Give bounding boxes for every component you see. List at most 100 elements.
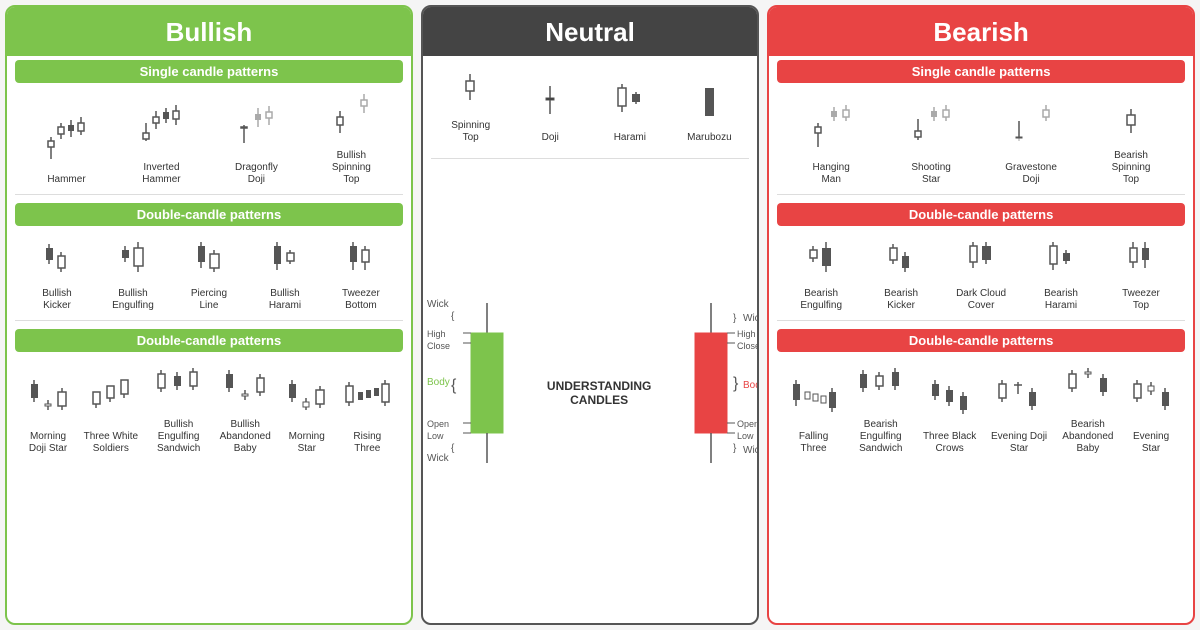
bullish-double-section: Double-candle patterns BullishKicker [7, 199, 411, 316]
svg-text:{: { [451, 377, 457, 394]
candle-harami-neutral: Harami [602, 78, 657, 144]
harami-neutral-label: Harami [614, 132, 646, 144]
bearish-harami-label: BearishHarami [1044, 288, 1078, 312]
neutral-single-section: SpinningTop Doji [423, 56, 757, 154]
candle-bearish-harami: BearishHarami [1034, 234, 1089, 312]
morning-doji-label: MorningDoji Star [29, 431, 67, 455]
bullish-double-header: Double-candle patterns [15, 203, 403, 226]
candle-hanging-man: HangingMan [804, 103, 859, 186]
candle-gravestone-doji: GravestoneDoji [1004, 103, 1059, 186]
svg-text:High: High [427, 329, 446, 339]
svg-text:}: } [733, 313, 737, 324]
candle-rising-three: RisingThree [342, 372, 392, 455]
dragonfly-doji-label: DragonflyDoji [235, 162, 278, 186]
bearish-kicker-label: BearishKicker [884, 288, 918, 312]
gravestone-doji-label: GravestoneDoji [1005, 162, 1057, 186]
understanding-candles-box: Wick { High Close Body { Open Low [423, 163, 757, 623]
svg-text:Close: Close [737, 341, 759, 351]
svg-text:Open: Open [427, 419, 449, 429]
three-black-crows-label: Three BlackCrows [923, 431, 976, 455]
candle-bearish-kicker: BearishKicker [874, 234, 929, 312]
neutral-header: Neutral [423, 7, 757, 56]
candle-falling-three: FallingThree [789, 372, 839, 455]
candle-marubozu: Marubozu [682, 78, 737, 144]
svg-text:Low: Low [427, 431, 444, 441]
candle-bullish-engulfing: BullishEngulfing [105, 234, 160, 312]
candle-morning-doji-star: MorningDoji Star [26, 372, 71, 455]
candle-piercing-line: PiercingLine [181, 234, 236, 312]
candle-bearish-abandoned-baby: BearishAbandonedBaby [1062, 360, 1114, 455]
candle-bullish-engulfing-sandwich: BullishEngulfingSandwich [151, 360, 206, 455]
bearish-double-section: Double-candle patterns BearishEngulfing [769, 199, 1193, 316]
bullish-triple-section: Double-candle patterns Mor [7, 325, 411, 459]
dark-cloud-cover-label: Dark CloudCover [956, 288, 1006, 312]
bullish-abandoned-baby-label: BullishAbandonedBaby [220, 419, 271, 455]
bullish-single-candles: Hammer [15, 87, 403, 186]
hanging-man-label: HangingMan [813, 162, 850, 186]
svg-text:{: { [451, 443, 455, 454]
evening-star-label: EveningStar [1133, 431, 1169, 455]
bearish-engulfing-label: BearishEngulfing [800, 288, 842, 312]
bearish-header: Bearish [769, 7, 1193, 56]
doji-label: Doji [542, 132, 559, 144]
bearish-engulfing-sandwich-label: BearishEngulfingSandwich [859, 419, 902, 455]
bearish-single-candles: HangingMan [777, 87, 1185, 186]
marubozu-label: Marubozu [687, 132, 731, 144]
bearish-spinning-top-label: BearishSpinningTop [1112, 150, 1151, 186]
bearish-panel: Bearish Single candle patterns [767, 5, 1195, 625]
candle-hammer: Hammer [39, 115, 94, 186]
rising-three-label: RisingThree [353, 431, 381, 455]
svg-text:Wick: Wick [427, 453, 450, 464]
bullish-triple-header: Double-candle patterns [15, 329, 403, 352]
evening-doji-star-label: Evening DojiStar [991, 431, 1047, 455]
piercing-line-label: PiercingLine [191, 288, 227, 312]
neutral-candle-row: SpinningTop Doji [431, 62, 749, 148]
svg-text:Wick: Wick [743, 445, 759, 456]
svg-text:}: } [733, 375, 739, 392]
candle-three-white-soldiers: Three WhiteSoldiers [84, 372, 138, 455]
bullish-engulfing-sandwich-label: BullishEngulfingSandwich [157, 419, 200, 455]
three-white-soldiers-label: Three WhiteSoldiers [84, 431, 138, 455]
svg-text:}: } [733, 443, 737, 454]
bullish-engulfing-label: BullishEngulfing [112, 288, 154, 312]
understanding-title: UNDERSTANDINGCANDLES [547, 379, 651, 407]
svg-text:High: High [737, 329, 756, 339]
bullish-header: Bullish [7, 7, 411, 56]
bullish-single-header: Single candle patterns [15, 60, 403, 83]
falling-three-label: FallingThree [799, 431, 828, 455]
candle-shooting-star: ShootingStar [904, 103, 959, 186]
candle-bullish-kicker: BullishKicker [29, 234, 84, 312]
candle-tweezer-bottom: TweezerBottom [333, 234, 388, 312]
candle-bearish-engulfing-sandwich: BearishEngulfingSandwich [853, 360, 908, 455]
candle-doji: Doji [523, 78, 578, 144]
bullish-double-candles: BullishKicker BullishEngulfing [15, 230, 403, 312]
candle-bullish-abandoned-baby: BullishAbandonedBaby [219, 360, 271, 455]
bullish-kicker-label: BullishKicker [42, 288, 71, 312]
candle-three-black-crows: Three BlackCrows [923, 372, 976, 455]
candle-spinning-top-neutral: SpinningTop [443, 66, 498, 144]
candle-tweezer-top: TweezerTop [1113, 234, 1168, 312]
hammer-label: Hammer [47, 174, 85, 186]
svg-text:{: { [451, 311, 455, 322]
candle-dragonfly-doji: DragonflyDoji [229, 103, 284, 186]
main-container: Bullish Single candle patterns [5, 5, 1195, 625]
bullish-panel: Bullish Single candle patterns [5, 5, 413, 625]
bearish-double-candles: BearishEngulfing BearishKicker [777, 230, 1185, 312]
candle-bullish-harami: BullishHarami [257, 234, 312, 312]
candle-evening-doji-star: Evening DojiStar [991, 372, 1047, 455]
bearish-double-header: Double-candle patterns [777, 203, 1185, 226]
bearish-abandoned-baby-label: BearishAbandonedBaby [1062, 419, 1113, 455]
candle-inverted-hammer: InvertedHammer [134, 103, 189, 186]
svg-text:Close: Close [427, 341, 450, 351]
tweezer-bottom-label: TweezerBottom [342, 288, 380, 312]
bearish-triple-section: Double-candle patterns Fal [769, 325, 1193, 459]
candle-bearish-engulfing: BearishEngulfing [794, 234, 849, 312]
bullish-spinning-top-label: BullishSpinningTop [332, 150, 371, 186]
bearish-triple-candles: FallingThree BearishEngu [777, 356, 1185, 455]
spinning-top-neutral-label: SpinningTop [451, 120, 490, 144]
candle-morning-star: MorningStar [284, 372, 329, 455]
svg-text:Body: Body [427, 377, 450, 388]
bullish-single-section: Single candle patterns [7, 56, 411, 190]
svg-text:Wick: Wick [743, 313, 759, 324]
shooting-star-label: ShootingStar [911, 162, 950, 186]
